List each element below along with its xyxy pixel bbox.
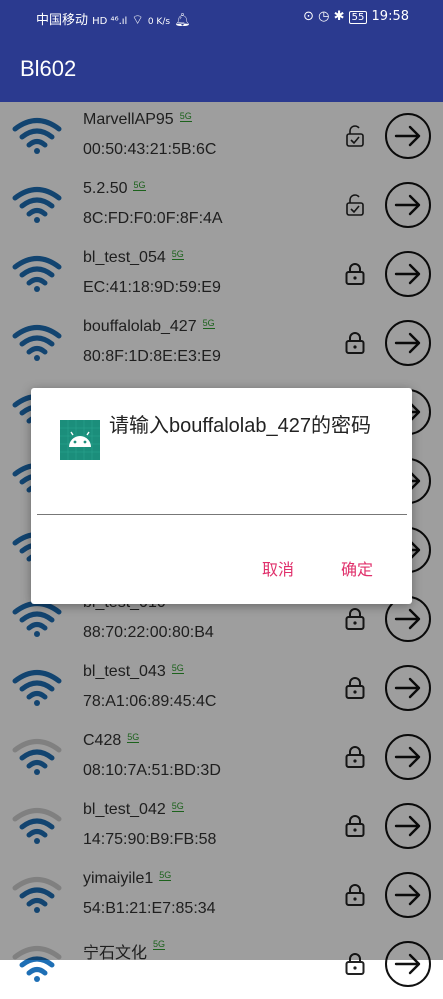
status-left: 中国移动 HD ⁴⁶.ıl ⌔ 0 K/s 🔔︎ <box>36 9 191 28</box>
battery-level: 55 <box>348 11 368 24</box>
time: 19:58 <box>371 9 409 24</box>
carrier-name: 中国移动 <box>36 13 89 28</box>
status-indicators: ⊙ ◷ ✱ <box>303 9 345 24</box>
password-dialog: 请输入bouffalolab_427的密码 取消 确定 <box>31 388 412 604</box>
android-app-icon <box>60 420 100 460</box>
dialog-title: 请输入bouffalolab_427的密码 <box>109 415 371 437</box>
ok-button[interactable]: 确定 <box>341 556 373 580</box>
status-right: ⊙ ◷ ✱ 55 19:58 <box>303 9 409 24</box>
password-input[interactable] <box>37 514 407 515</box>
wifi-status-icon: ⌔ <box>131 13 144 28</box>
app-title: Bl602 <box>20 56 77 81</box>
network-speed: 0 K/s <box>147 17 171 27</box>
app-bar: Bl602 <box>0 34 443 102</box>
notification-bell-icon: 🔔︎ <box>174 13 191 28</box>
status-bar: 中国移动 HD ⁴⁶.ıl ⌔ 0 K/s 🔔︎ ⊙ ◷ ✱ 55 19:58 <box>0 0 443 34</box>
cancel-button[interactable]: 取消 <box>262 556 294 580</box>
signal-indicator: HD ⁴⁶.ıl <box>92 16 128 27</box>
